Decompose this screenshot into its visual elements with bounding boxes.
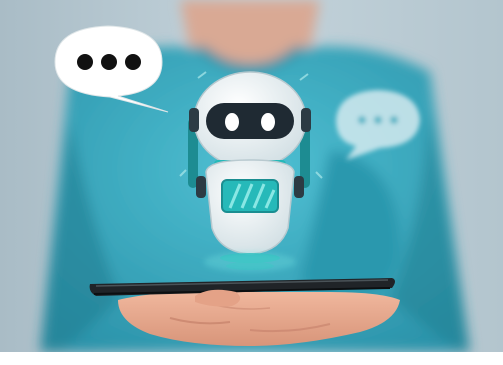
typing-ellipsis-icon	[358, 116, 398, 124]
image-frame	[0, 0, 503, 365]
robot-visor	[206, 103, 294, 139]
photo-scene	[0, 0, 503, 352]
robot-eye-left	[225, 113, 239, 131]
robot-eye-right	[261, 113, 275, 131]
typing-ellipsis-icon	[77, 54, 141, 70]
chatbot-illustration	[0, 0, 503, 352]
